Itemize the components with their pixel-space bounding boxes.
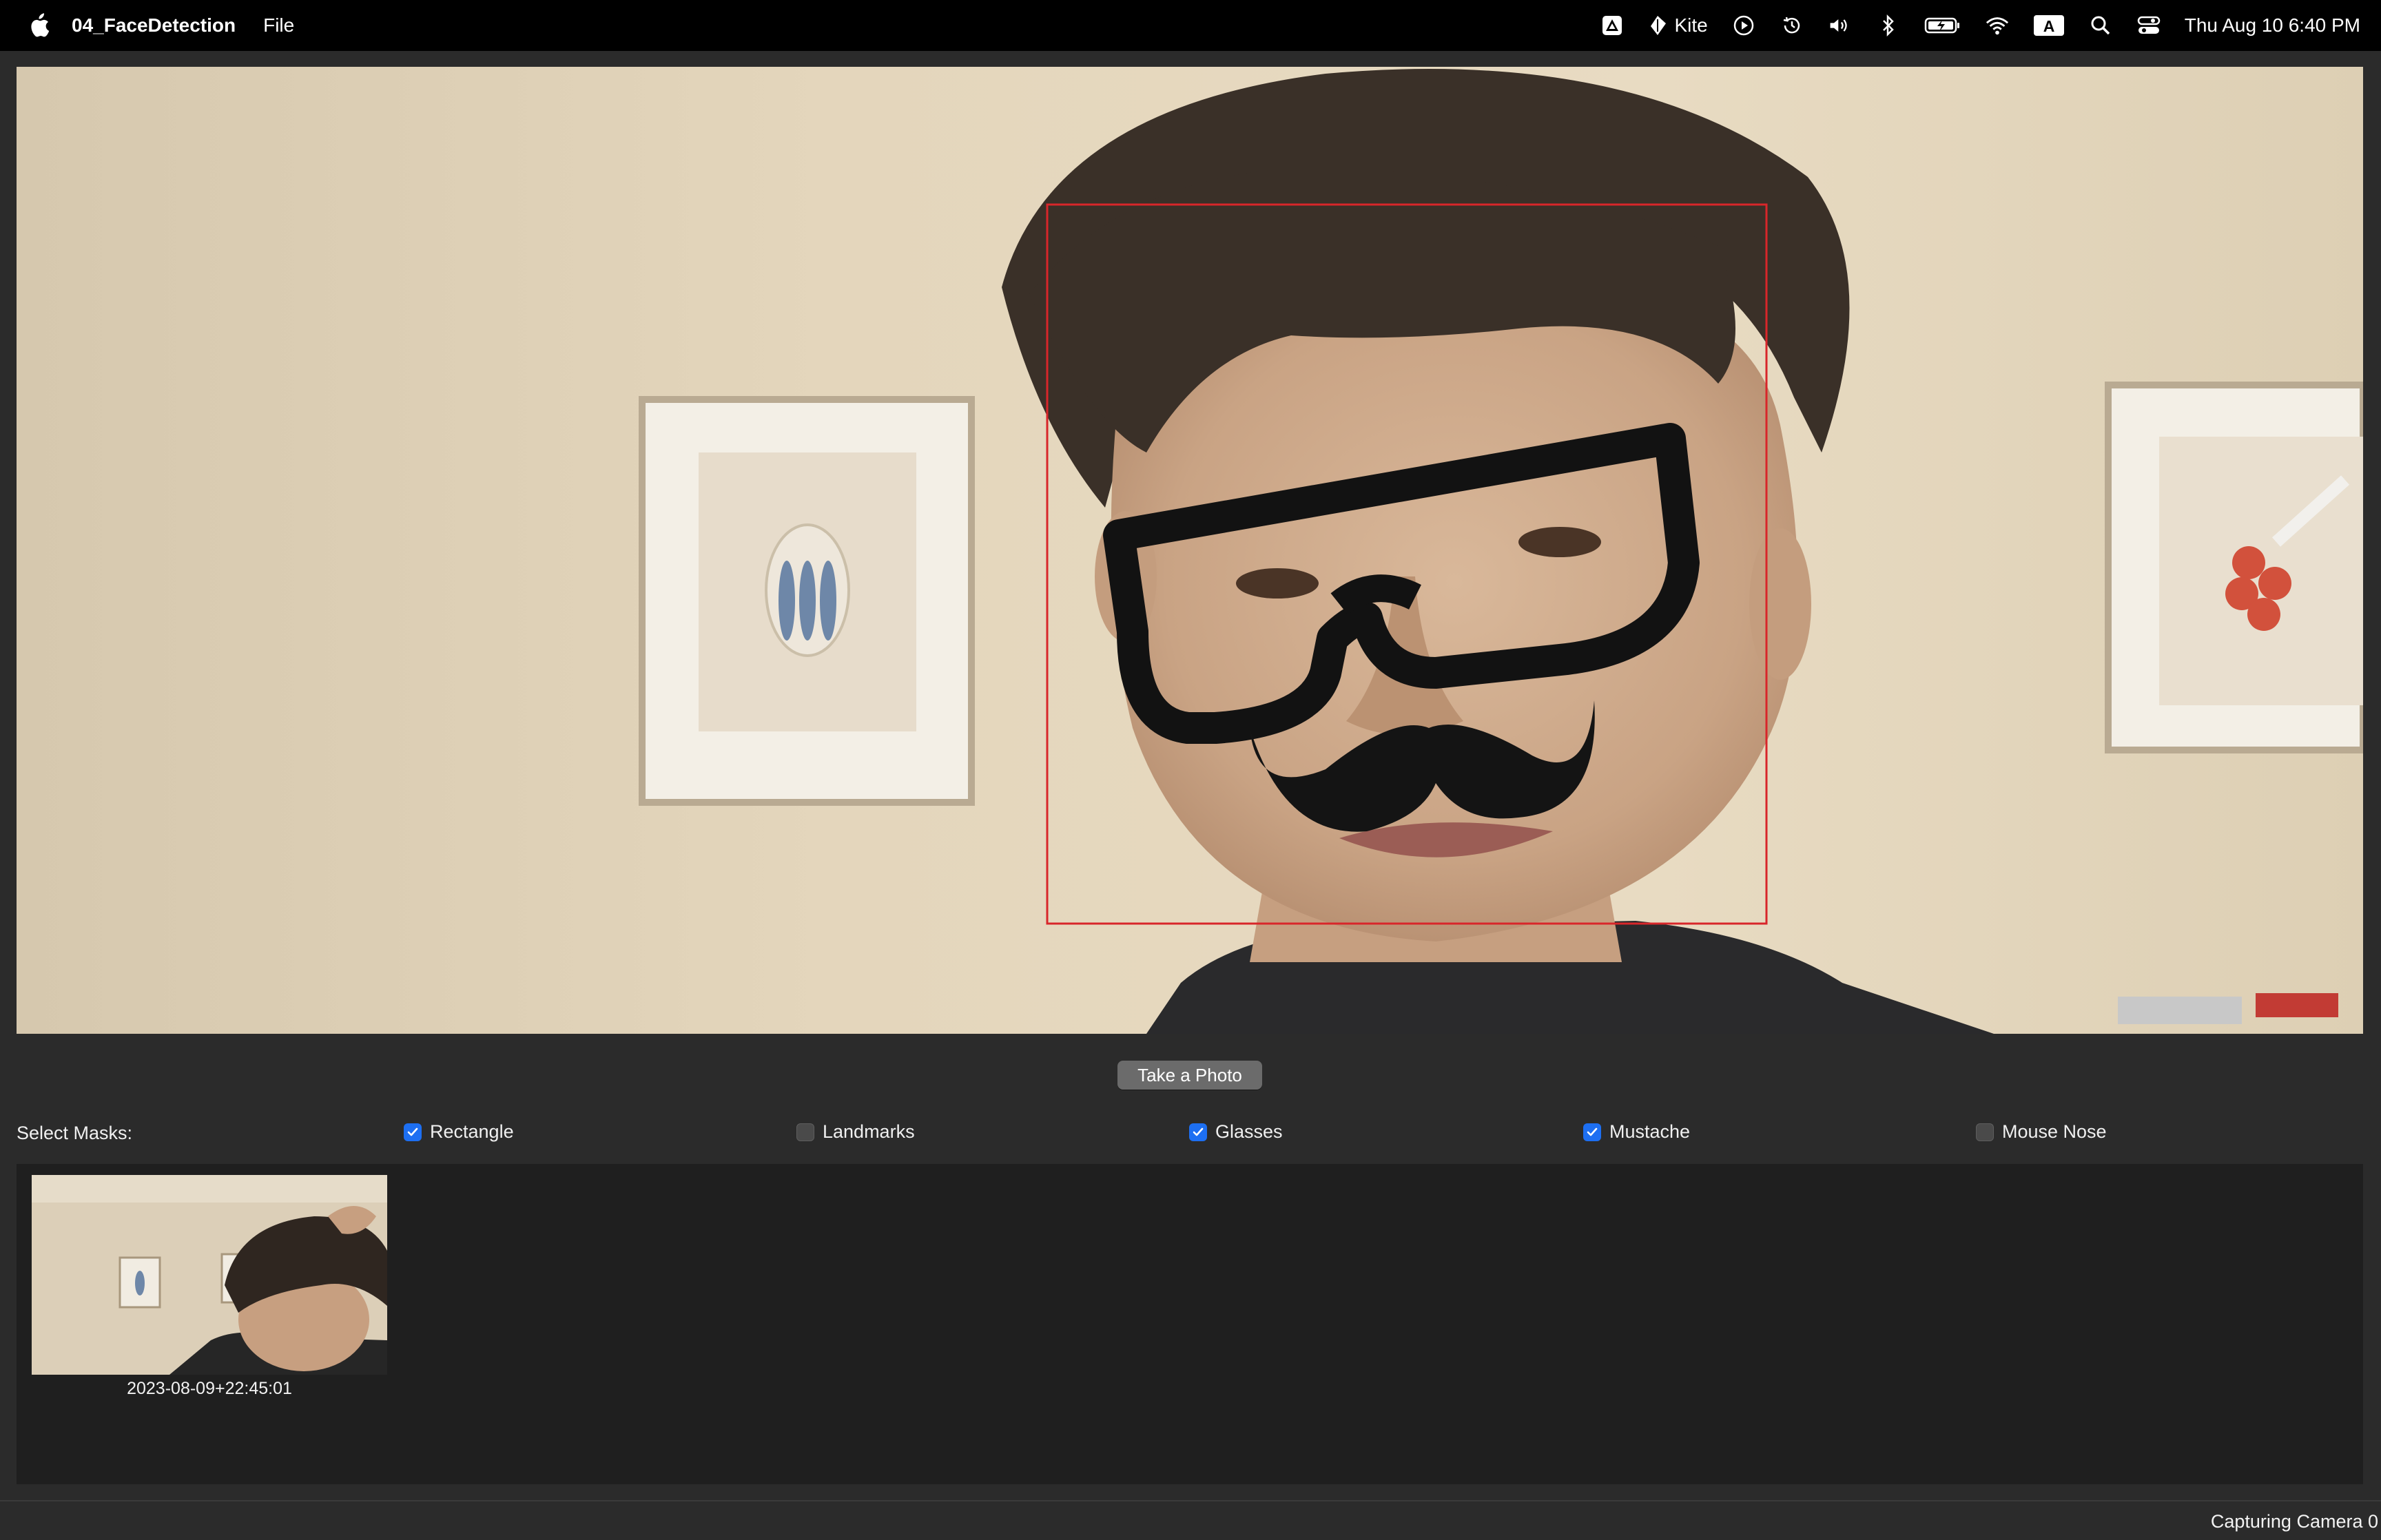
svg-text:A: A <box>2043 17 2054 35</box>
background-object <box>2118 997 2242 1024</box>
kite-icon <box>1651 16 1667 35</box>
apple-icon[interactable] <box>28 13 50 38</box>
camera-frame <box>17 67 2363 1034</box>
camera-preview <box>17 67 2363 1034</box>
mask-option-glasses[interactable]: Glasses <box>1189 1121 1283 1143</box>
kite-label: Kite <box>1674 14 1708 36</box>
glasses-checkbox[interactable] <box>1189 1123 1207 1141</box>
kite-status-item[interactable]: Kite <box>1648 14 1708 37</box>
input-source-icon[interactable]: A <box>2033 13 2065 38</box>
mustache-checkbox[interactable] <box>1583 1123 1601 1141</box>
mask-option-rectangle[interactable]: Rectangle <box>404 1121 514 1143</box>
right-eye <box>1518 527 1601 557</box>
rectangle-label: Rectangle <box>430 1121 514 1142</box>
mask-option-mouse-nose[interactable]: Mouse Nose <box>1976 1121 2107 1143</box>
checkmark-icon <box>1193 1127 1204 1136</box>
menu-bar-clock[interactable]: Thu Aug 10 6:40 PM <box>2185 14 2360 37</box>
adobe-icon[interactable] <box>1600 13 1625 38</box>
checkmark-icon <box>1587 1127 1598 1136</box>
file-menu[interactable]: File <box>263 14 294 37</box>
landmarks-label: Landmarks <box>823 1121 915 1142</box>
background-object-red <box>2256 993 2338 1017</box>
app-name-menu[interactable]: 04_FaceDetection <box>72 14 236 37</box>
mask-selection-row: Select Masks: Rectangle Landmarks Glasse… <box>0 1118 2381 1149</box>
photo-thumbnail[interactable] <box>32 1175 387 1375</box>
mask-option-landmarks[interactable]: Landmarks <box>796 1121 915 1143</box>
menu-bar: 04_FaceDetection File Kite A Thu Aug 10 … <box>0 0 2381 51</box>
mustache-label: Mustache <box>1609 1121 1691 1142</box>
wifi-icon[interactable] <box>1985 13 2010 38</box>
glasses-label: Glasses <box>1215 1121 1283 1142</box>
select-masks-label: Select Masks: <box>17 1123 133 1143</box>
status-bar: Capturing Camera 0 <box>0 1500 2381 1540</box>
mask-option-mustache[interactable]: Mustache <box>1583 1121 1690 1143</box>
volume-icon[interactable] <box>1828 13 1853 38</box>
right-ear <box>1749 528 1811 680</box>
left-eye <box>1236 568 1319 599</box>
bluetooth-icon[interactable] <box>1876 13 1901 38</box>
checkmark-icon <box>407 1127 418 1136</box>
mouse-nose-checkbox[interactable] <box>1976 1123 1994 1141</box>
mouse-nose-label: Mouse Nose <box>2002 1121 2107 1142</box>
rectangle-checkbox[interactable] <box>404 1123 422 1141</box>
time-machine-icon[interactable] <box>1780 13 1804 38</box>
status-text: Capturing Camera 0 <box>2210 1511 2378 1532</box>
gallery-item[interactable]: 2023-08-09+22:45:01 <box>32 1175 387 1399</box>
right-wall-frame <box>2105 382 2363 753</box>
left-wall-frame <box>639 396 975 806</box>
play-icon[interactable] <box>1731 13 1756 38</box>
battery-icon[interactable] <box>1924 13 1961 38</box>
control-center-icon[interactable] <box>2136 13 2161 38</box>
landmarks-checkbox[interactable] <box>796 1123 814 1141</box>
spotlight-icon[interactable] <box>2088 13 2113 38</box>
take-photo-button[interactable]: Take a Photo <box>1117 1061 1262 1090</box>
photo-gallery: 2023-08-09+22:45:01 <box>17 1164 2363 1484</box>
photo-caption: 2023-08-09+22:45:01 <box>127 1379 292 1398</box>
